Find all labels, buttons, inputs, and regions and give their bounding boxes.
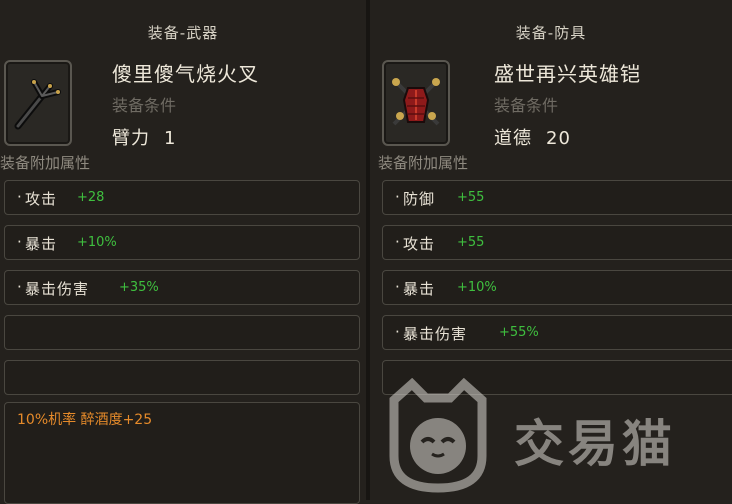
attribute-name: 暴击 — [25, 235, 58, 253]
attribute-name: 暴击 — [403, 280, 436, 298]
item-name: 傻里傻气烧火叉 — [112, 62, 259, 86]
requirement-stat: 道德 — [494, 128, 532, 149]
attribute-slot: · 暴击伤害 +35% — [4, 270, 360, 305]
attributes-heading: 装备附加属性 — [0, 154, 91, 172]
special-effect-box: 10%机率 醉酒度+25 — [4, 402, 360, 504]
attribute-value: +55 — [457, 235, 485, 250]
attribute-value: +55 — [457, 190, 485, 205]
bullet: · — [17, 188, 22, 206]
attribute-value: +28 — [77, 190, 105, 205]
special-effect-text: 10%机率 醉酒度+25 — [17, 412, 153, 428]
bullet: · — [395, 278, 400, 296]
requirement-label: 装备条件 — [494, 96, 559, 115]
weapon-icon-slot[interactable] — [4, 60, 72, 146]
panel-title: 装备-防具 — [515, 24, 587, 42]
cat-logo-icon — [389, 378, 487, 493]
hero-armor-icon — [392, 78, 440, 126]
attribute-slot: · 攻击 +55 — [382, 225, 732, 260]
bullet: · — [17, 278, 22, 296]
attribute-value: +10% — [457, 280, 497, 295]
requirement-label: 装备条件 — [112, 96, 177, 115]
attribute-name: 暴击伤害 — [403, 325, 468, 343]
item-name: 盛世再兴英雄铠 — [494, 62, 641, 86]
fire-fork-icon — [14, 79, 61, 130]
bullet: · — [395, 233, 400, 251]
empty-attribute-slot — [4, 315, 360, 350]
panel-title: 装备-武器 — [147, 24, 219, 42]
attribute-slot: · 暴击 +10% — [4, 225, 360, 260]
attribute-value: +35% — [119, 280, 159, 295]
weapon-panel: 装备-武器 傻里傻气烧火叉 装备条件 臂力 1 装备附加属性 · 攻击 +28 ·… — [0, 0, 366, 504]
attribute-slot: · 防御 +55 — [382, 180, 732, 215]
bullet: · — [395, 323, 400, 341]
armor-icon-slot[interactable] — [382, 60, 450, 146]
bullet: · — [17, 233, 22, 251]
requirement-stat: 臂力 — [112, 128, 150, 149]
attributes-heading: 装备附加属性 — [378, 154, 469, 172]
requirement-row: 道德 20 — [494, 124, 571, 150]
attribute-value: +55% — [499, 325, 539, 340]
requirement-value: 20 — [546, 128, 571, 149]
attribute-name: 暴击伤害 — [25, 280, 90, 298]
bullet: · — [395, 188, 400, 206]
watermark: 交易猫 — [378, 378, 732, 500]
attribute-name: 防御 — [403, 190, 436, 208]
attribute-value: +10% — [77, 235, 117, 250]
requirement-value: 1 — [164, 128, 177, 149]
attribute-slot: · 暴击 +10% — [382, 270, 732, 305]
attribute-name: 攻击 — [403, 235, 436, 253]
requirement-row: 臂力 1 — [112, 124, 176, 150]
attribute-slot: · 攻击 +28 — [4, 180, 360, 215]
attribute-slot: · 暴击伤害 +55% — [382, 315, 732, 350]
empty-attribute-slot — [4, 360, 360, 395]
watermark-text: 交易猫 — [514, 415, 676, 473]
attribute-name: 攻击 — [25, 190, 58, 208]
